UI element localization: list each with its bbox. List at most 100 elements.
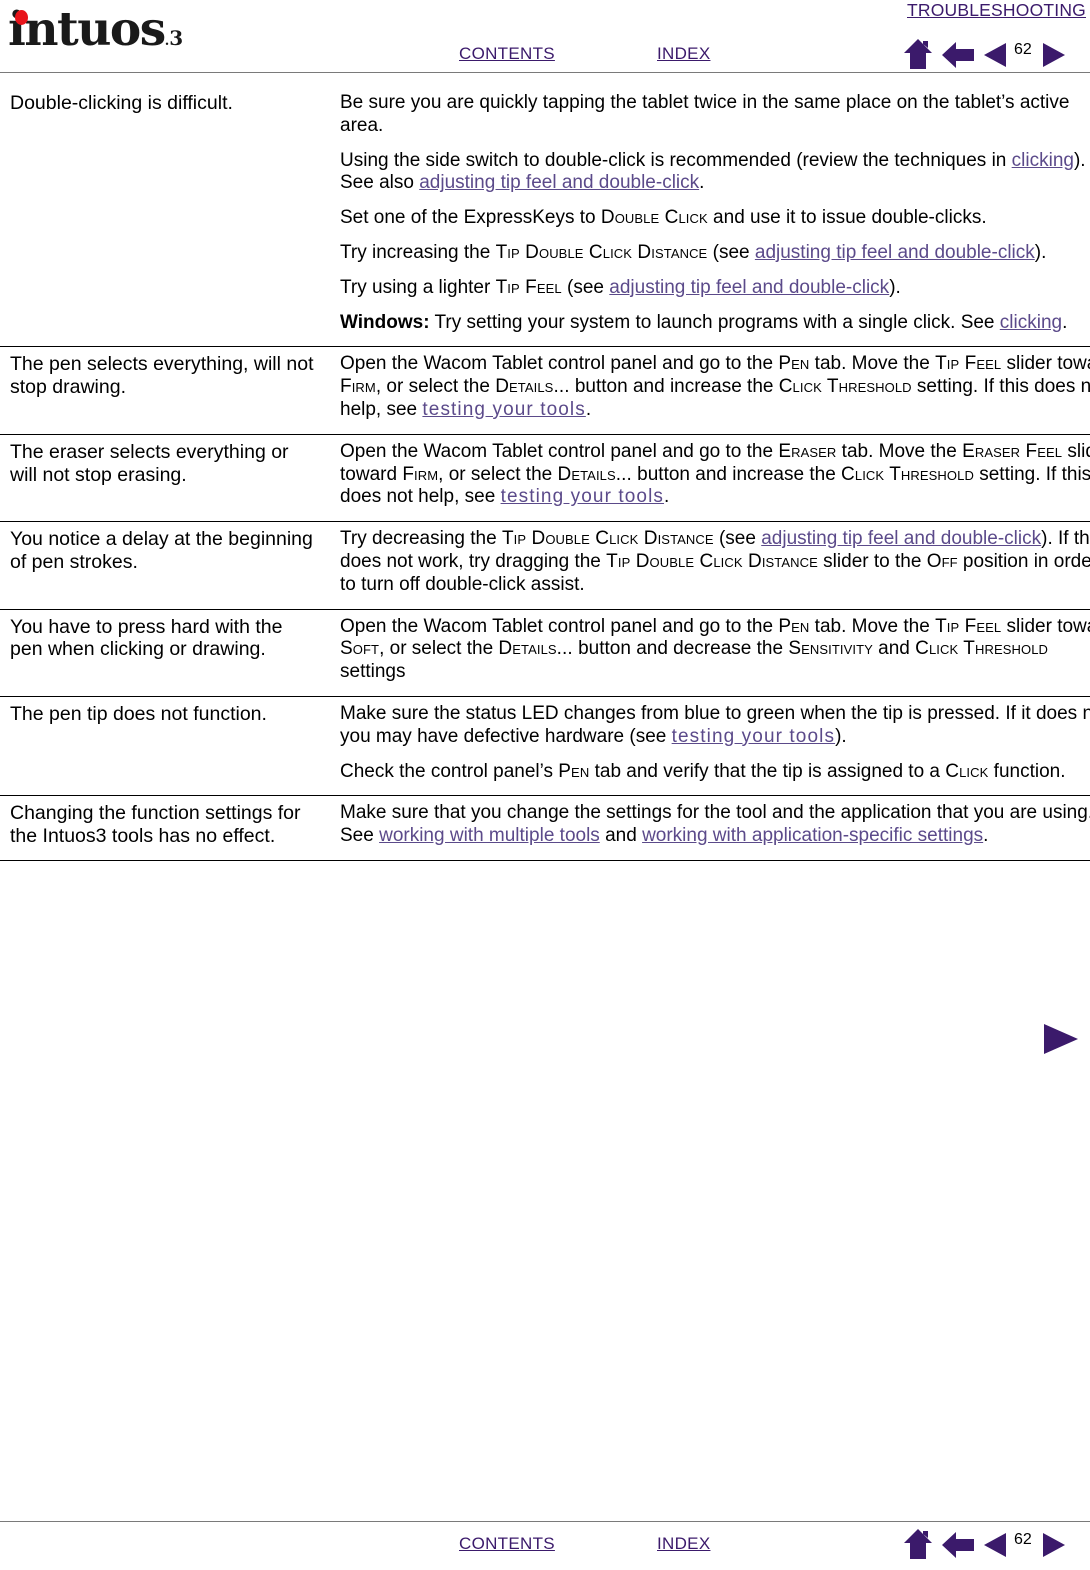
solution-paragraph: Open the Wacom Tablet control panel and … xyxy=(340,353,1090,421)
text-run: slider to the xyxy=(817,550,927,572)
text-run: tab. Move the xyxy=(809,353,936,375)
smallcaps-term: Tip Double Click Distance xyxy=(495,241,708,263)
cross-reference-link[interactable]: clicking xyxy=(1012,150,1074,171)
smallcaps-term: Eraser xyxy=(778,440,837,462)
smallcaps-term: Details... xyxy=(498,638,573,660)
text-run: . xyxy=(983,825,989,847)
smallcaps-term: Details... xyxy=(495,376,570,398)
text-run: and xyxy=(872,638,916,660)
smallcaps-term: Tip Double Click Distance xyxy=(501,528,714,550)
logo-version: 3 xyxy=(169,26,184,50)
issue-cell: Changing the function settings for the I… xyxy=(0,795,330,861)
text-run: Try setting your system to launch progra… xyxy=(429,311,1000,333)
header-index-link[interactable]: INDEX xyxy=(657,44,710,64)
smallcaps-term: Pen xyxy=(558,760,590,782)
solution-cell: Open the Wacom Tablet control panel and … xyxy=(330,608,1090,697)
solution-cell: Be sure you are quickly tapping the tabl… xyxy=(330,86,1090,348)
text-run: , or select the xyxy=(438,463,558,485)
page-header: TROUBLESHOOTING intuos.3 CONTENTS INDEX … xyxy=(0,0,1090,74)
table-row: The pen tip does not function. Make sure … xyxy=(0,695,1090,797)
solution-paragraph: Using the side switch to double-click is… xyxy=(340,150,1090,196)
previous-page-icon[interactable] xyxy=(984,43,1006,72)
cross-reference-link[interactable]: testing your tools xyxy=(672,726,835,747)
home-icon[interactable] xyxy=(904,39,932,74)
next-page-arrow-bottom[interactable] xyxy=(1044,1024,1078,1059)
next-page-icon[interactable] xyxy=(1043,43,1065,72)
text-run: Open the Wacom Tablet control panel and … xyxy=(340,353,779,375)
cross-reference-link[interactable]: adjusting tip feel and double-click xyxy=(419,172,699,193)
smallcaps-term: Pen xyxy=(778,353,810,375)
solution-paragraph: Check the control panel’s Pen tab and ve… xyxy=(340,761,1090,784)
text-run: button and increase the xyxy=(631,463,842,485)
logo-red-dot-icon xyxy=(15,10,28,25)
text-run: Try increasing the xyxy=(340,241,496,263)
text-run: . xyxy=(585,398,592,420)
cross-reference-link[interactable]: adjusting tip feel and double-click xyxy=(609,277,889,298)
section-title[interactable]: TROUBLESHOOTING xyxy=(907,0,1086,21)
smallcaps-term: Click xyxy=(945,760,989,782)
cross-reference-link[interactable]: adjusting tip feel and double-click xyxy=(755,242,1035,263)
solution-cell: Open the Wacom Tablet control panel and … xyxy=(330,433,1090,523)
solution-paragraph: Try decreasing the Tip Double Click Dist… xyxy=(340,528,1090,596)
text-run: . xyxy=(1062,311,1068,333)
text-run: settings xyxy=(340,661,406,683)
back-arrow-icon[interactable] xyxy=(942,42,974,73)
cross-reference-link[interactable]: testing your tools xyxy=(422,399,585,420)
solution-paragraph: Try using a lighter Tip Feel (see adjust… xyxy=(340,277,1090,300)
text-run: and use it to issue double-clicks. xyxy=(707,207,987,229)
header-contents-link[interactable]: CONTENTS xyxy=(459,44,555,64)
smallcaps-term: Eraser Feel xyxy=(962,440,1063,462)
footer-contents-link[interactable]: CONTENTS xyxy=(459,1534,555,1554)
solution-paragraph: Make sure that you change the settings f… xyxy=(340,802,1090,848)
previous-page-icon[interactable] xyxy=(984,1533,1006,1562)
smallcaps-term: Tip Feel xyxy=(935,353,1002,375)
home-icon[interactable] xyxy=(904,1529,932,1564)
troubleshooting-table: Double-clicking is difficult. Be sure you… xyxy=(0,86,1090,861)
issue-cell: You have to press hard with the pen when… xyxy=(0,608,330,697)
cross-reference-link[interactable]: working with multiple tools xyxy=(379,825,600,846)
bold-text: Windows: xyxy=(340,311,430,333)
table-row: Changing the function settings for the I… xyxy=(0,795,1090,861)
text-run: Open the Wacom Tablet control panel and … xyxy=(340,615,779,637)
text-run: Open the Wacom Tablet control panel and … xyxy=(340,440,779,462)
text-run: ). xyxy=(889,276,901,298)
text-run: slider toward xyxy=(1006,615,1090,637)
issue-cell: You notice a delay at the beginning of p… xyxy=(0,521,330,610)
text-run: Using the side switch to double-click is… xyxy=(340,149,1012,171)
solution-cell: Open the Wacom Tablet control panel and … xyxy=(330,346,1090,435)
intuos-logo: intuos.3 xyxy=(8,2,184,57)
text-run: (see xyxy=(561,276,610,298)
cross-reference-link[interactable]: adjusting tip feel and double-click xyxy=(761,528,1041,549)
smallcaps-term: Pen xyxy=(778,615,810,637)
text-run: button and increase the xyxy=(569,376,779,398)
solution-cell: Try decreasing the Tip Double Click Dist… xyxy=(330,521,1090,610)
solution-cell: Make sure the status LED changes from bl… xyxy=(330,695,1090,797)
table-row: The eraser selects everything or will no… xyxy=(0,433,1090,523)
next-page-icon[interactable] xyxy=(1043,1533,1065,1562)
cross-reference-link[interactable]: working with application-specific settin… xyxy=(642,825,983,846)
text-run: slider toward xyxy=(1006,353,1090,375)
solution-paragraph: Open the Wacom Tablet control panel and … xyxy=(340,616,1090,684)
text-run: Set one of the ExpressKeys to xyxy=(340,207,601,229)
issue-cell: Double-clicking is difficult. xyxy=(0,86,330,348)
issue-cell: The pen tip does not function. xyxy=(0,695,330,797)
text-run: , or select the xyxy=(375,376,496,398)
footer-index-link[interactable]: INDEX xyxy=(657,1534,710,1554)
text-run: (see xyxy=(707,241,755,263)
back-arrow-icon[interactable] xyxy=(942,1532,974,1563)
footer-divider xyxy=(0,1521,1090,1522)
smallcaps-term: Tip Feel xyxy=(935,615,1002,637)
issue-description: The pen tip does not function. xyxy=(10,702,267,725)
cross-reference-link[interactable]: testing your tools xyxy=(501,486,664,507)
text-run: . xyxy=(664,486,670,508)
solution-paragraph: Set one of the ExpressKeys to Double Cli… xyxy=(340,207,1090,230)
smallcaps-term: Tip Double Click Distance xyxy=(606,550,818,572)
cross-reference-link[interactable]: clicking xyxy=(1000,312,1062,333)
solution-paragraph: Make sure the status LED changes from bl… xyxy=(340,703,1090,749)
text-run: ). xyxy=(835,725,847,747)
issue-description: The eraser selects everything or will no… xyxy=(10,440,289,486)
header-divider xyxy=(0,72,1090,73)
smallcaps-term: Double Click xyxy=(600,207,708,229)
solution-paragraph: Windows: Try setting your system to laun… xyxy=(340,312,1090,335)
issue-description: The pen selects everything, will not sto… xyxy=(10,353,314,399)
